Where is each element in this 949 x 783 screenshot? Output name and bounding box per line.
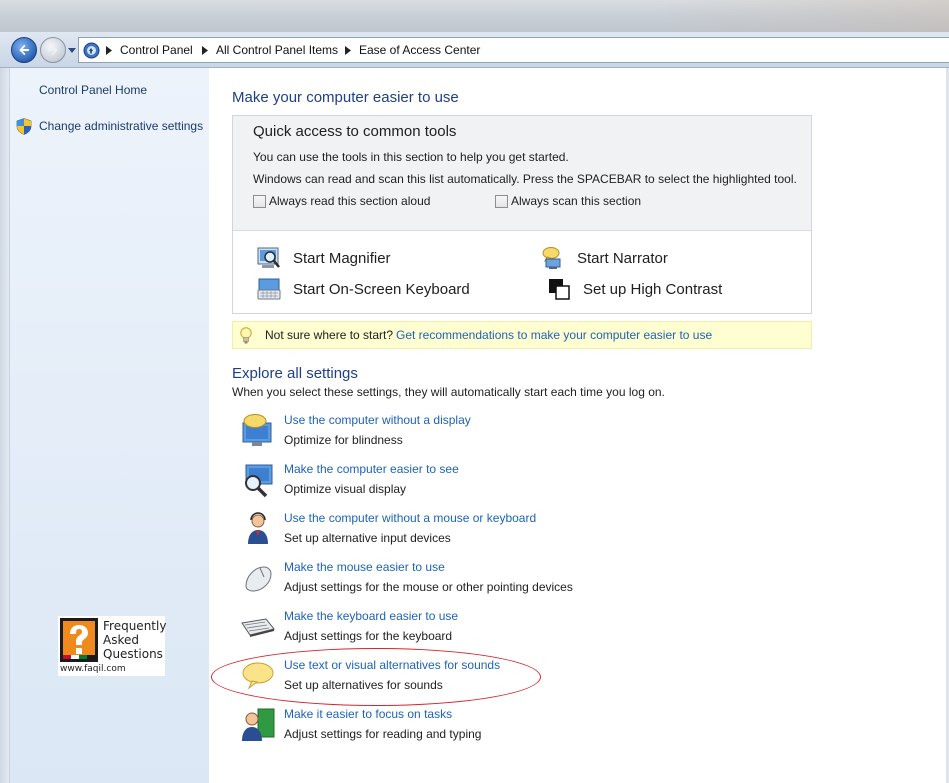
setting-link[interactable]: Make the computer easier to see bbox=[284, 462, 459, 476]
setting-link[interactable]: Use the computer without a display bbox=[284, 413, 471, 427]
sidebar: Control Panel Home Change administrative… bbox=[9, 68, 209, 783]
highlight-annotation-ellipse bbox=[211, 648, 541, 706]
setting-description: Set up alternative input devices bbox=[284, 531, 451, 545]
person-task-icon bbox=[242, 708, 275, 741]
setting-description: Adjust settings for the keyboard bbox=[284, 629, 453, 643]
start-narrator-label: Start Narrator bbox=[577, 249, 668, 267]
quick-access-scan-line: Windows can read and scan this list auto… bbox=[253, 172, 797, 186]
control-panel-icon bbox=[83, 42, 100, 59]
faq-url: www.faqil.com bbox=[60, 664, 126, 674]
start-narrator-tool[interactable]: Start Narrator bbox=[541, 246, 668, 270]
setting-link[interactable]: Use the computer without a mouse or keyb… bbox=[284, 511, 536, 525]
breadcrumb-control-panel[interactable]: Control Panel bbox=[120, 43, 193, 57]
sidebar-control-panel-home[interactable]: Control Panel Home bbox=[39, 83, 147, 97]
forward-button[interactable] bbox=[40, 37, 66, 63]
uac-shield-icon bbox=[16, 118, 32, 135]
quick-access-help-line: You can use the tools in this section to… bbox=[253, 150, 569, 164]
page-title: Make your computer easier to use bbox=[232, 89, 459, 106]
faq-line-1: Frequently bbox=[103, 619, 167, 633]
high-contrast-icon bbox=[549, 279, 570, 300]
keyboard-icon bbox=[241, 618, 275, 637]
set-up-high-contrast-tool[interactable]: Set up High Contrast bbox=[547, 277, 722, 301]
quick-access-header: Quick access to common tools You can use… bbox=[233, 116, 811, 231]
magnifier-icon bbox=[257, 247, 280, 268]
setting-link[interactable]: Make the mouse easier to use bbox=[284, 560, 445, 574]
setting-item-mouse: Make the mouse easier to use Adjust sett… bbox=[240, 560, 660, 604]
breadcrumb-separator-icon[interactable] bbox=[345, 46, 351, 55]
breadcrumb-separator-icon[interactable] bbox=[106, 46, 112, 55]
question-mark-icon bbox=[60, 618, 98, 662]
setting-item-focus-tasks: Make it easier to focus on tasks Adjust … bbox=[240, 707, 660, 751]
setting-description: Optimize visual display bbox=[284, 482, 407, 496]
back-arrow-icon bbox=[19, 44, 29, 56]
mouse-icon bbox=[245, 566, 272, 592]
window-title-bar bbox=[0, 0, 949, 32]
navigation-bar: Control Panel All Control Panel Items Ea… bbox=[0, 32, 949, 68]
explore-settings-title: Explore all settings bbox=[232, 365, 358, 382]
breadcrumb-all-items[interactable]: All Control Panel Items bbox=[216, 43, 338, 57]
explore-settings-subtitle: When you select these settings, they wil… bbox=[232, 385, 665, 399]
always-scan-label[interactable]: Always scan this section bbox=[511, 194, 641, 208]
tip-text: Not sure where to start? bbox=[265, 328, 394, 342]
start-magnifier-tool[interactable]: Start Magnifier bbox=[257, 246, 391, 270]
breadcrumb-separator-icon[interactable] bbox=[202, 46, 208, 55]
on-screen-keyboard-icon bbox=[257, 278, 281, 300]
display-speech-icon bbox=[242, 414, 272, 446]
quick-access-title: Quick access to common tools bbox=[253, 123, 457, 140]
faq-watermark-logo: Frequently Asked Questions www.faqil.com bbox=[58, 616, 167, 676]
setting-description: Adjust settings for the mouse or other p… bbox=[284, 580, 573, 594]
start-magnifier-label: Start Magnifier bbox=[293, 249, 391, 267]
always-read-label[interactable]: Always read this section aloud bbox=[269, 194, 430, 208]
setting-description: Adjust settings for reading and typing bbox=[284, 727, 482, 741]
get-recommendations-link[interactable]: Get recommendations to make your compute… bbox=[396, 328, 712, 342]
sidebar-change-admin-settings[interactable]: Change administrative settings bbox=[39, 119, 203, 133]
faq-line-2: Asked bbox=[103, 633, 139, 647]
setting-link[interactable]: Make the keyboard easier to use bbox=[284, 609, 458, 623]
start-on-screen-keyboard-label: Start On-Screen Keyboard bbox=[293, 280, 470, 298]
setting-link[interactable]: Make it easier to focus on tasks bbox=[284, 707, 452, 721]
setting-item-easier-to-see: Make the computer easier to see Optimize… bbox=[240, 462, 660, 506]
forward-arrow-icon bbox=[48, 44, 58, 56]
setting-item-without-mouse-keyboard: Use the computer without a mouse or keyb… bbox=[240, 511, 660, 555]
back-button[interactable] bbox=[11, 37, 37, 63]
faq-line-3: Questions bbox=[103, 647, 163, 661]
magnified-display-icon bbox=[245, 464, 273, 498]
setting-description: Optimize for blindness bbox=[284, 433, 403, 447]
narrator-icon bbox=[542, 247, 561, 269]
recommendation-tip-bar: Not sure where to start? Get recommendat… bbox=[232, 321, 812, 349]
recent-pages-dropdown-icon[interactable] bbox=[68, 46, 76, 54]
breadcrumb-ease-of-access[interactable]: Ease of Access Center bbox=[359, 43, 480, 57]
start-on-screen-keyboard-tool[interactable]: Start On-Screen Keyboard bbox=[257, 277, 470, 301]
setting-item-without-display: Use the computer without a display Optim… bbox=[240, 413, 660, 457]
always-scan-checkbox[interactable] bbox=[495, 195, 508, 208]
window-left-frame bbox=[0, 68, 9, 783]
setting-item-keyboard: Make the keyboard easier to use Adjust s… bbox=[240, 609, 660, 653]
lightbulb-icon bbox=[240, 327, 252, 344]
always-read-checkbox[interactable] bbox=[253, 195, 266, 208]
address-bar[interactable]: Control Panel All Control Panel Items Ea… bbox=[78, 37, 949, 63]
person-headset-icon bbox=[248, 512, 268, 544]
quick-access-panel: Quick access to common tools You can use… bbox=[232, 115, 812, 314]
set-up-high-contrast-label: Set up High Contrast bbox=[583, 280, 723, 298]
